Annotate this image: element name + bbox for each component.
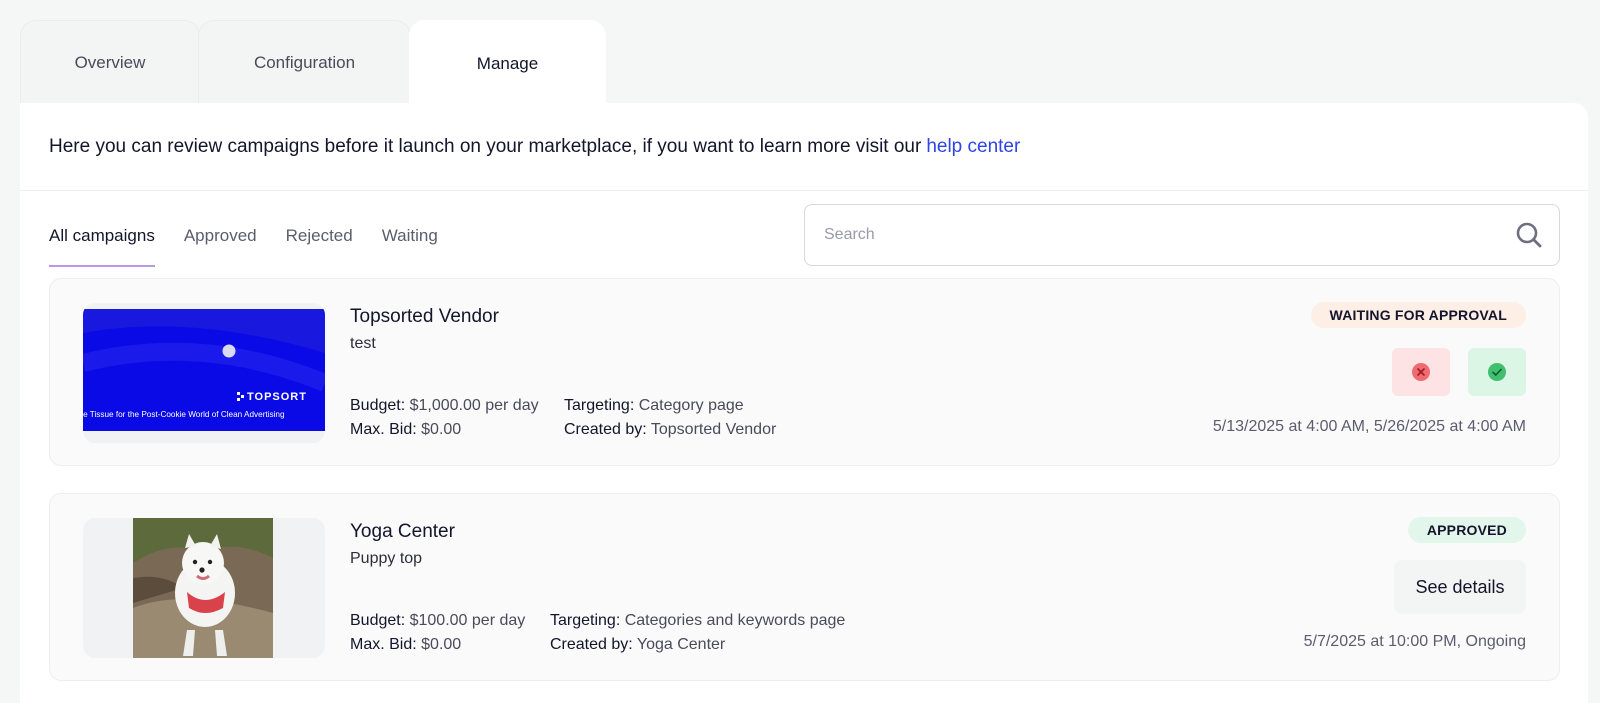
campaign-dates: 5/13/2025 at 4:00 AM, 5/26/2025 at 4:00 … — [1212, 418, 1526, 435]
tab-configuration[interactable]: Configuration — [198, 20, 411, 104]
filter-all-campaigns[interactable]: All campaigns — [49, 204, 155, 267]
intro-text: Here you can review campaigns before it … — [20, 103, 1588, 191]
filter-rejected[interactable]: Rejected — [286, 204, 353, 267]
close-icon — [1412, 363, 1430, 381]
campaign-banner-image: TOPSORT ve Tissue for the Post-Cookie Wo… — [83, 303, 325, 443]
filter-approved[interactable]: Approved — [184, 204, 257, 267]
campaign-targeting-info: Targeting: Categories and keywords page … — [550, 612, 846, 653]
tab-overview[interactable]: Overview — [20, 20, 200, 104]
manage-panel: Here you can review campaigns before it … — [20, 103, 1588, 703]
approve-button[interactable] — [1468, 348, 1526, 396]
tab-manage[interactable]: Manage — [409, 20, 606, 106]
campaign-targeting-info: Targeting: Category page Created by: Top… — [564, 397, 777, 438]
help-center-link[interactable]: help center — [926, 136, 1020, 158]
page-tabs: Overview Configuration Manage — [20, 20, 606, 106]
banner-brand: TOPSORT — [247, 391, 307, 403]
search-box — [804, 204, 1560, 266]
search-input[interactable] — [824, 226, 1499, 244]
search-icon[interactable] — [1499, 205, 1559, 265]
campaign-dates: 5/7/2025 at 10:00 PM, Ongoing — [1303, 633, 1526, 650]
campaign-budget-info: Budget: $1,000.00 per day Max. Bid: $0.0… — [350, 397, 539, 438]
campaign-name: Puppy top — [350, 550, 423, 567]
campaign-vendor: Topsorted Vendor — [350, 306, 499, 327]
campaign-budget-info: Budget: $100.00 per day Max. Bid: $0.00 — [350, 612, 526, 653]
see-details-button[interactable]: See details — [1394, 560, 1526, 614]
banner-tagline: ve Tissue for the Post-Cookie World of C… — [83, 410, 285, 419]
campaign-vendor: Yoga Center — [350, 521, 455, 542]
campaign-name: test — [350, 335, 376, 352]
status-badge: WAITING FOR APPROVAL — [1310, 302, 1526, 328]
campaign-filters: All campaigns Approved Rejected Waiting — [49, 204, 438, 267]
reject-button[interactable] — [1392, 348, 1450, 396]
filter-waiting[interactable]: Waiting — [382, 204, 438, 267]
campaign-card: Yoga Center Puppy top Budget: $100.00 pe… — [49, 493, 1560, 681]
campaign-card: TOPSORT ve Tissue for the Post-Cookie Wo… — [49, 278, 1560, 466]
check-icon — [1488, 363, 1506, 381]
campaign-product-image — [83, 518, 325, 658]
intro-message: Here you can review campaigns before it … — [49, 135, 922, 157]
status-badge: APPROVED — [1407, 517, 1526, 543]
